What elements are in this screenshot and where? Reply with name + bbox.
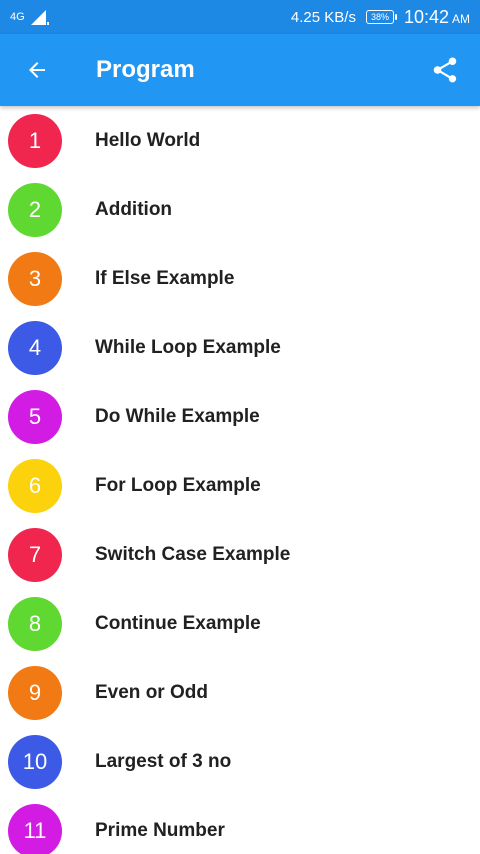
status-bar: 4G 4.25 KB/s 38% 10:42 AM [0,0,480,34]
network-type-label: 4G [10,10,25,23]
number-badge: 5 [8,389,62,444]
program-title: Prime Number [95,819,225,841]
program-title: Continue Example [95,612,261,634]
list-item[interactable]: 1 Hello World [0,106,480,175]
list-item[interactable]: 11 Prime Number [0,796,480,854]
number-badge: 11 [8,803,62,854]
share-icon [433,57,457,83]
signal-icon [30,10,49,25]
number-badge: 8 [8,596,62,651]
battery-level: 38% [370,11,389,22]
list-item[interactable]: 8 Continue Example [0,589,480,658]
program-title: For Loop Example [95,474,261,496]
list-item[interactable]: 5 Do While Example [0,382,480,451]
number-badge: 7 [8,527,62,582]
number-badge: 2 [8,182,62,237]
number-badge: 9 [8,665,62,720]
program-title: Hello World [95,129,201,151]
app-bar: Program [0,34,480,106]
arrow-left-icon [29,62,45,78]
program-title: Even or Odd [95,681,208,703]
network-speed: 4.25 KB/s [290,8,356,26]
back-button[interactable] [0,34,74,106]
status-left: 4G [10,8,49,26]
program-title: Addition [95,198,173,220]
program-title: Largest of 3 no [95,750,232,772]
page-title: Program [96,56,195,83]
list-item[interactable]: 9 Even or Odd [0,658,480,727]
program-list: 1 Hello World 2 Addition 3 If Else Examp… [0,106,480,854]
number-badge: 6 [8,458,62,513]
list-item[interactable]: 3 If Else Example [0,244,480,313]
clock-time: 10:42 [403,6,449,27]
list-item[interactable]: 4 While Loop Example [0,313,480,382]
program-title: Switch Case Example [95,543,291,565]
program-title: Do While Example [95,405,260,427]
clock-ampm: AM [452,11,470,26]
number-badge: 1 [8,113,62,168]
number-badge: 3 [8,251,62,306]
status-right: 4.25 KB/s 38% 10:42 AM [291,7,470,28]
program-title: If Else Example [95,267,235,289]
number-badge: 10 [8,734,62,789]
list-item[interactable]: 6 For Loop Example [0,451,480,520]
program-title: While Loop Example [95,336,281,358]
list-item[interactable]: 7 Switch Case Example [0,520,480,589]
list-item[interactable]: 2 Addition [0,175,480,244]
number-badge: 4 [8,320,62,375]
clock: 10:42 AM [404,7,470,28]
list-item[interactable]: 10 Largest of 3 no [0,727,480,796]
battery-icon: 38% [365,10,397,24]
share-button[interactable] [410,34,480,106]
